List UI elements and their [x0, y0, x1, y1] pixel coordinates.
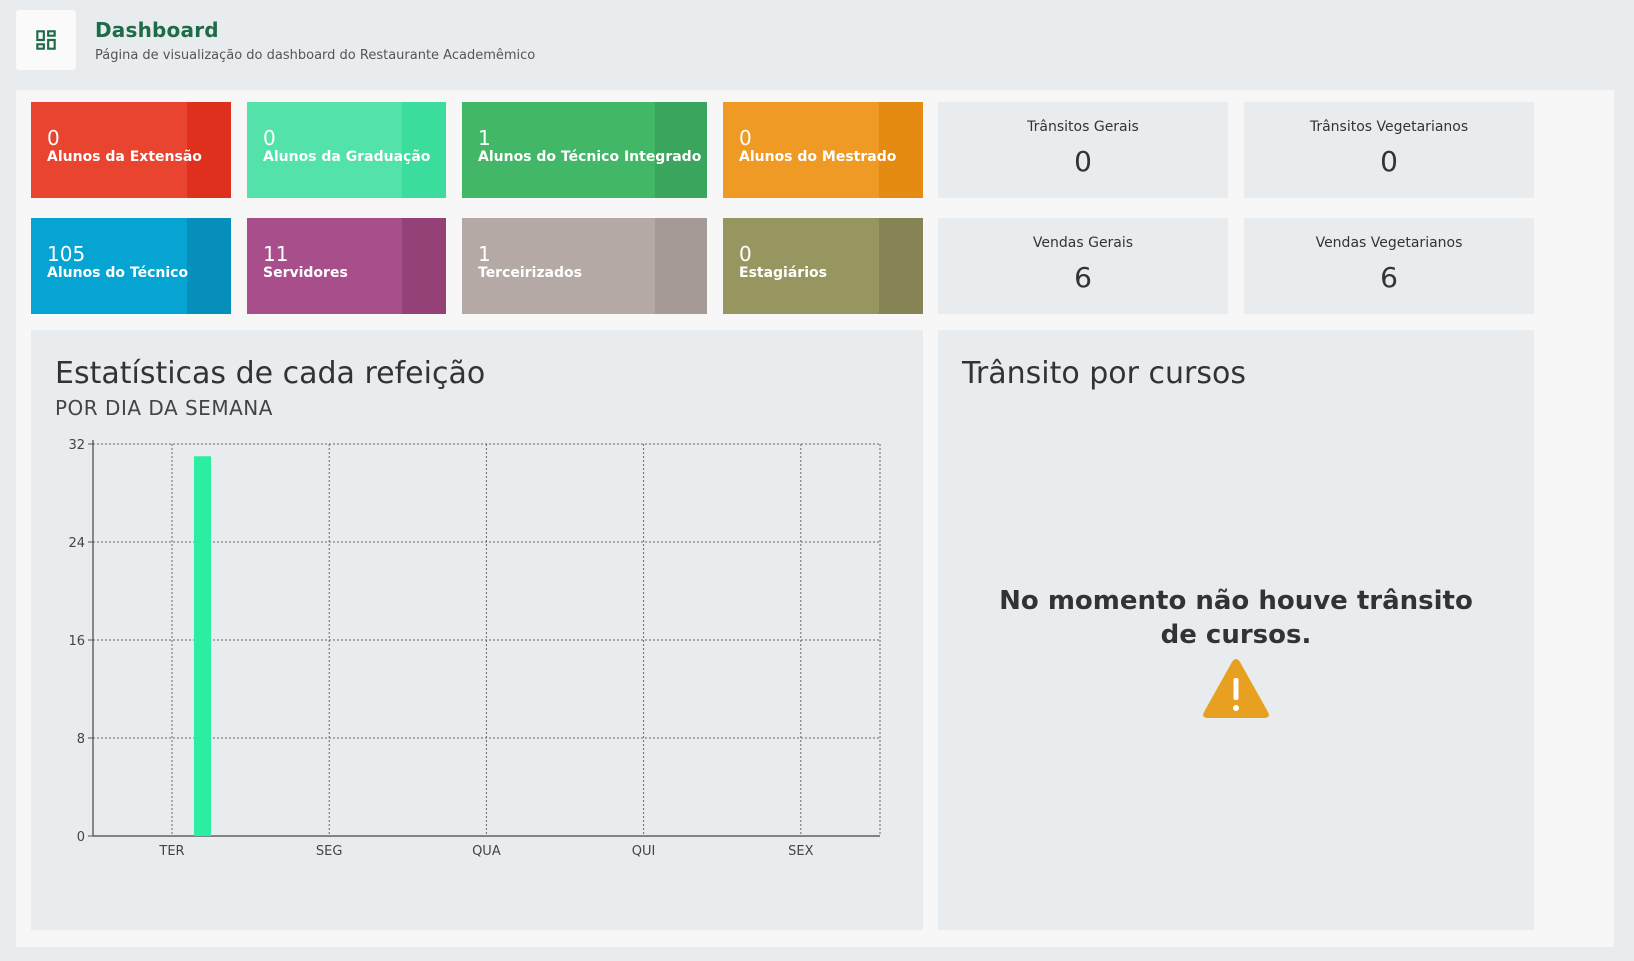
empty-transit-message: No momento não houve trânsito de cursos.: [999, 586, 1473, 650]
tile-estagiarios[interactable]: 0 Estagiários: [723, 218, 923, 314]
tile-value: 0: [739, 242, 752, 266]
tile-label: Alunos da Extensão: [47, 149, 202, 165]
chart-tick-label-x: SEG: [316, 844, 343, 859]
tile-label: Terceirizados: [478, 265, 582, 281]
chart-tick-label-x: SEX: [788, 844, 813, 859]
chart-tick-label-y: 8: [77, 732, 85, 747]
stat-title: Trânsitos Gerais: [1027, 119, 1139, 135]
dashboard-icon-box: [16, 10, 76, 70]
chart-bar: [194, 456, 211, 836]
stat-title: Vendas Gerais: [1032, 235, 1134, 251]
tile-value: 105: [47, 242, 86, 266]
warning-triangle-icon: [1203, 659, 1269, 718]
chart-tick-label-y: 32: [68, 438, 85, 453]
stat-title: Trânsitos Vegetarianos: [1309, 119, 1469, 135]
chart-tick-label-x: QUI: [632, 844, 656, 859]
dashboard-icon: [36, 30, 56, 50]
tile-accent: [655, 218, 707, 314]
meal-bar-chart: 0 8 16 24 32 TER SEG QUA QUI SEX: [68, 438, 881, 859]
tile-value: 0: [263, 126, 276, 150]
chart-tick-label-x: QUA: [472, 844, 501, 859]
chart-tick-label-y: 0: [77, 830, 85, 845]
tile-accent: [187, 218, 231, 314]
tile-value: 0: [739, 126, 752, 150]
chart-tick-label-x: TER: [158, 844, 184, 859]
page-subtitle: Página de visualização do dashboard do R…: [95, 47, 536, 63]
dashboard-panel: 0 Alunos da Extensão 0 Alunos da Graduaç…: [16, 90, 1614, 947]
stat-vendas-vegetarianos: Vendas Vegetarianos 6: [1244, 218, 1534, 314]
page-title: Dashboard: [95, 17, 219, 42]
tile-servidores[interactable]: 11 Servidores: [247, 218, 446, 314]
tile-label: Servidores: [263, 265, 348, 281]
stat-value: 6: [1074, 261, 1092, 294]
chart-tick-label-y: 24: [68, 536, 85, 551]
chart-tick-label-y: 16: [68, 634, 85, 649]
tile-value: 1: [478, 126, 491, 150]
stat-transitos-gerais: Trânsitos Gerais 0: [938, 102, 1228, 198]
tile-alunos-tecnico-integrado[interactable]: 1 Alunos do Técnico Integrado: [462, 102, 707, 198]
stat-transitos-vegetarianos: Trânsitos Vegetarianos 0: [1244, 102, 1534, 198]
tile-value: 0: [47, 126, 60, 150]
page-header: Dashboard Página de visualização do dash…: [16, 10, 535, 70]
tile-alunos-graduacao[interactable]: 0 Alunos da Graduação: [247, 102, 446, 198]
tile-label: Estagiários: [739, 265, 827, 281]
tile-accent: [879, 218, 923, 314]
tile-value: 1: [478, 242, 491, 266]
tile-label: Alunos do Mestrado: [739, 149, 897, 165]
stat-title: Vendas Vegetarianos: [1315, 235, 1463, 251]
stat-value: 6: [1380, 261, 1398, 294]
stat-value: 0: [1074, 145, 1092, 178]
tile-label: Alunos do Técnico Integrado: [478, 149, 702, 165]
tile-label: Alunos do Técnico: [47, 265, 189, 281]
tile-alunos-mestrado[interactable]: 0 Alunos do Mestrado: [723, 102, 923, 198]
meal-stats-card: Estatísticas de cada refeição POR DIA DA…: [31, 330, 923, 930]
tile-value: 11: [263, 242, 289, 266]
tile-accent: [402, 218, 446, 314]
stat-vendas-gerais: Vendas Gerais 6: [938, 218, 1228, 314]
tile-terceirizados[interactable]: 1 Terceirizados: [462, 218, 707, 314]
stat-value: 0: [1380, 145, 1398, 178]
tile-label: Alunos da Graduação: [263, 149, 431, 165]
tile-alunos-tecnico[interactable]: 105 Alunos do Técnico: [31, 218, 231, 314]
tile-alunos-extensao[interactable]: 0 Alunos da Extensão: [31, 102, 231, 198]
transit-courses-card: Trânsito por cursos No momento não houve…: [938, 330, 1534, 930]
transit-card-title: Trânsito por cursos: [962, 356, 1246, 391]
